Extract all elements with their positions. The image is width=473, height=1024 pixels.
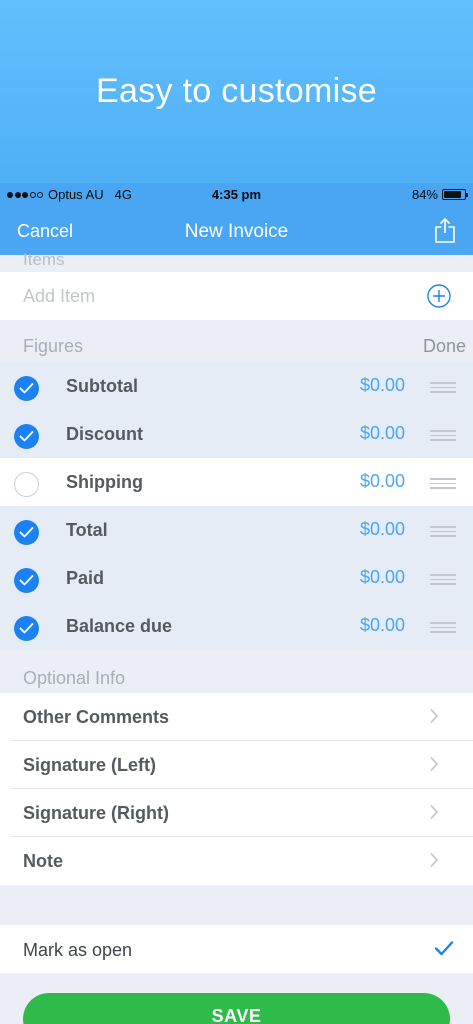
mark-as-open-label: Mark as open: [23, 940, 133, 960]
figure-label: Paid: [66, 568, 105, 588]
figure-row-paid[interactable]: Paid $0.00: [0, 554, 473, 602]
optional-row-other-comments[interactable]: Other Comments: [0, 693, 473, 741]
drag-handle-icon[interactable]: [430, 382, 456, 394]
add-item-label: Add Item: [23, 286, 96, 306]
add-item-row[interactable]: Add Item: [0, 272, 473, 320]
optional-row-signature-right[interactable]: Signature (Right): [0, 789, 473, 837]
figure-row-total[interactable]: Total $0.00: [0, 506, 473, 554]
checkbox-checked-icon[interactable]: [14, 520, 39, 545]
add-circle-icon[interactable]: [427, 284, 451, 308]
status-time: 4:35 pm: [211, 187, 262, 202]
checkbox-checked-icon[interactable]: [14, 568, 39, 593]
figure-label: Shipping: [66, 472, 143, 492]
drag-handle-icon[interactable]: [430, 430, 456, 442]
optional-row-label: Note: [23, 851, 63, 871]
share-icon[interactable]: [434, 217, 456, 243]
chevron-right-icon: [430, 852, 439, 868]
drag-handle-icon[interactable]: [430, 574, 456, 586]
figure-row-balance-due[interactable]: Balance due $0.00: [0, 602, 473, 650]
figure-row-subtotal[interactable]: Subtotal $0.00: [0, 362, 473, 410]
save-button[interactable]: SAVE: [23, 993, 450, 1024]
navigation-bar: Cancel New Invoice: [0, 205, 473, 255]
checkbox-checked-icon[interactable]: [14, 376, 39, 401]
drag-handle-icon[interactable]: [430, 622, 456, 634]
battery-percent: 84%: [411, 187, 438, 202]
status-right: 84%: [411, 187, 468, 202]
figure-value: $0.00: [359, 471, 405, 491]
figure-row-discount[interactable]: Discount $0.00: [0, 410, 473, 458]
mark-as-open-row[interactable]: Mark as open: [0, 925, 473, 973]
checkbox-unchecked-icon[interactable]: [14, 472, 39, 497]
optional-info-header: Optional Info: [23, 668, 126, 688]
done-button[interactable]: Done: [423, 336, 466, 357]
optional-row-label: Other Comments: [23, 707, 170, 727]
promo-banner: Easy to customise: [0, 0, 473, 183]
figure-value: $0.00: [359, 375, 405, 395]
figure-value: $0.00: [359, 615, 405, 635]
checkmark-icon: [434, 941, 454, 956]
items-section-header: Items: [23, 250, 65, 269]
figure-value: $0.00: [359, 519, 405, 539]
optional-info-list: Other Comments Signature (Left) Signature …: [0, 693, 473, 885]
drag-handle-icon[interactable]: [430, 526, 456, 538]
figures-label: Figures: [23, 336, 84, 356]
figures-section-header: Figures Done: [0, 320, 473, 362]
optional-row-note[interactable]: Note: [0, 837, 473, 885]
figure-value: $0.00: [359, 567, 405, 587]
figure-value: $0.00: [359, 423, 405, 443]
checkbox-checked-icon[interactable]: [14, 616, 39, 641]
figure-label: Discount: [66, 424, 144, 444]
optional-row-label: Signature (Right): [23, 803, 169, 823]
battery-icon: [442, 189, 468, 200]
page-title: New Invoice: [184, 221, 289, 242]
figure-label: Subtotal: [66, 376, 138, 396]
status-bar: Optus AU 4G 4:35 pm 84%: [0, 183, 473, 205]
optional-row-signature-left[interactable]: Signature (Left): [0, 741, 473, 789]
figure-label: Balance due: [66, 616, 173, 636]
drag-handle-icon[interactable]: [430, 478, 456, 490]
promo-title: Easy to customise: [96, 72, 377, 110]
optional-row-label: Signature (Left): [23, 755, 156, 775]
chevron-right-icon: [430, 756, 439, 772]
checkbox-checked-icon[interactable]: [14, 424, 39, 449]
figure-label: Total: [66, 520, 108, 540]
chevron-right-icon: [430, 708, 439, 724]
chevron-right-icon: [430, 804, 439, 820]
figure-row-shipping[interactable]: Shipping $0.00: [0, 458, 473, 506]
